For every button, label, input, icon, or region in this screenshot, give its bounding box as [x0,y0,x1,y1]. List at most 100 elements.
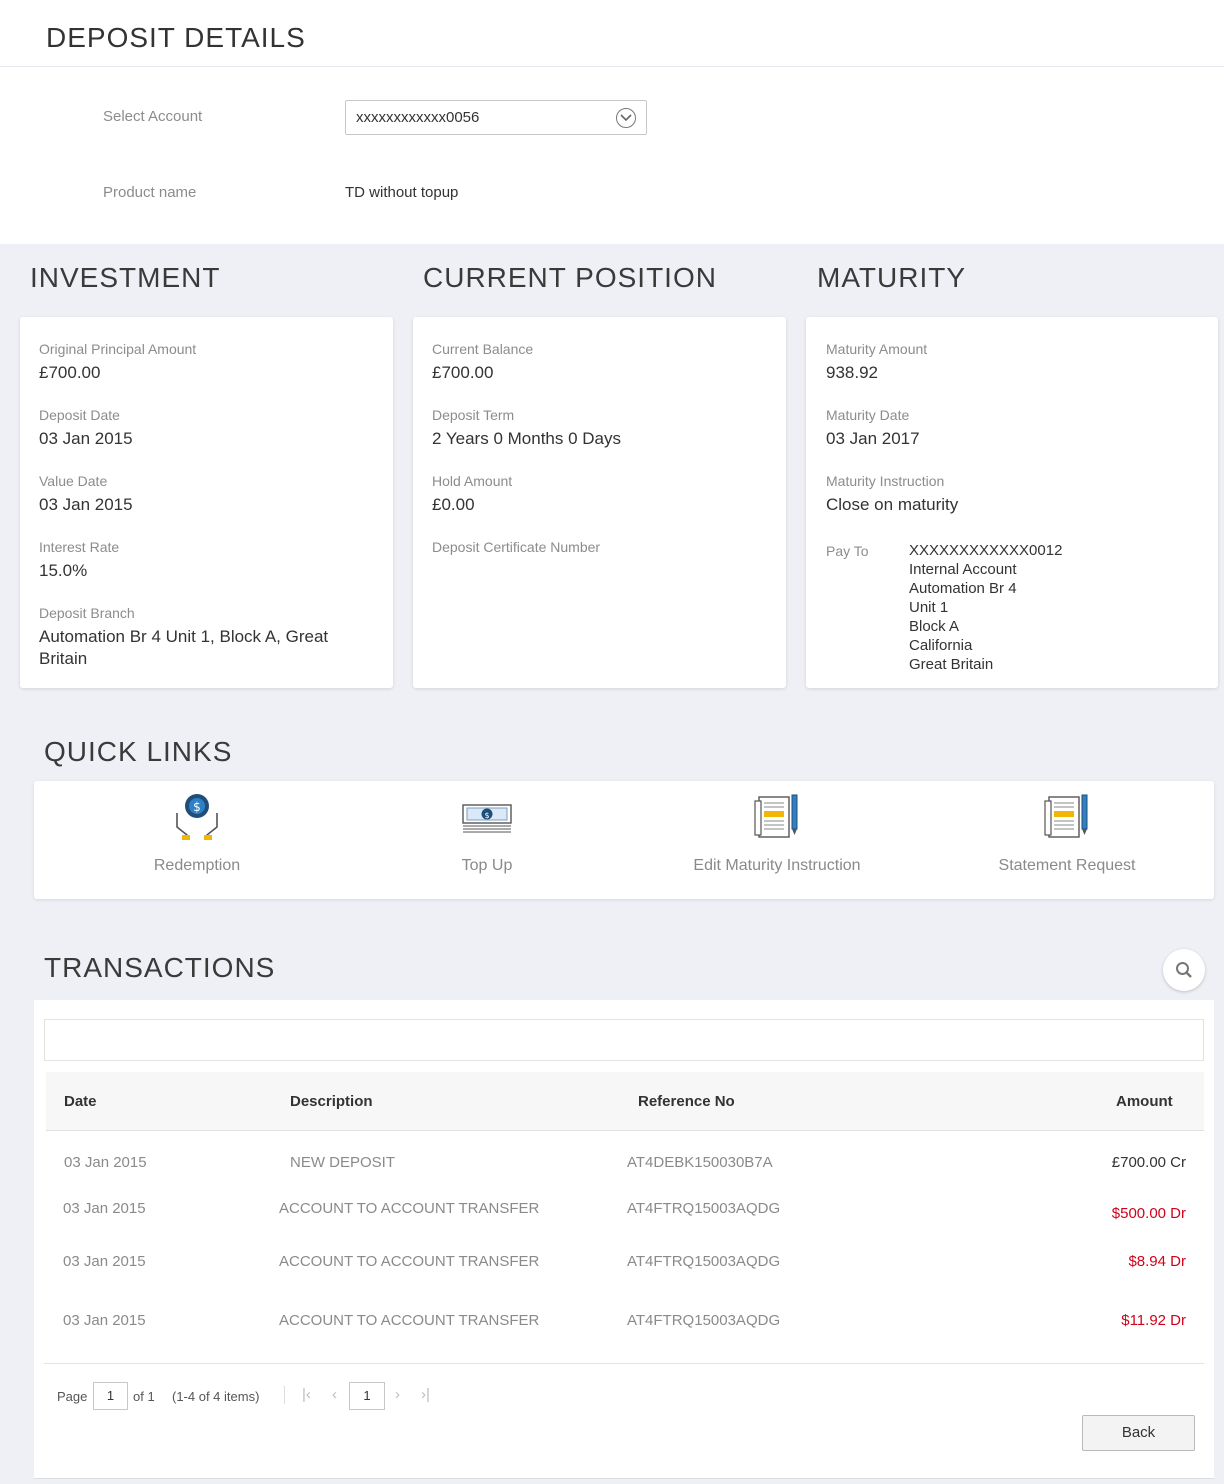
account-select-value: xxxxxxxxxxxx0056 [356,109,480,126]
value-date-label: Value Date [39,473,108,489]
quick-link-label: Statement Request [998,857,1136,874]
pay-to-line: Internal Account [909,561,1017,578]
row-amount: $500.00 Dr [1111,1205,1186,1222]
row-date: 03 Jan 2015 [63,1253,146,1270]
row-reference: AT4FTRQ15003AQDG [627,1200,781,1217]
pager-divider [44,1363,1204,1364]
row-date: 03 Jan 2015 [64,1154,147,1171]
quick-link-label: Redemption [153,857,241,874]
maturity-card: Maturity Amount 938.92 Maturity Date 03 … [806,317,1218,688]
column-header-amount[interactable]: Amount [1116,1093,1173,1110]
maturity-heading: MATURITY [817,262,967,293]
page-title: DEPOSIT DETAILS [46,22,306,53]
first-page-icon[interactable]: |‹ [302,1386,311,1403]
quick-link-edit-maturity-instruction[interactable]: Edit Maturity Instruction [632,781,922,899]
pay-to-line: Unit 1 [909,599,949,616]
row-description: ACCOUNT TO ACCOUNT TRANSFER [279,1253,540,1270]
original-principal-value: £700.00 [39,363,101,382]
row-amount: $11.92 Dr [1121,1312,1186,1329]
quick-links-panel: $ Redemption $ Top Up Edit Maturity Inst… [34,781,1214,899]
maturity-amount-value: 938.92 [826,363,878,382]
transactions-search-button[interactable] [1163,949,1205,991]
table-row: 03 Jan 2015 ACCOUNT TO ACCOUNT TRANSFER … [34,1308,1214,1348]
row-date: 03 Jan 2015 [63,1200,146,1217]
deposit-branch-value: Automation Br 4 Unit 1, Block A, Great B… [39,627,329,668]
pager-page-label: Page [57,1389,88,1404]
transactions-filter-bar[interactable] [44,1019,1204,1061]
deposit-branch-label: Deposit Branch [39,605,135,621]
table-row: 03 Jan 2015 NEW DEPOSIT AT4DEBK150030B7A… [34,1150,1214,1190]
quick-link-statement-request[interactable]: Statement Request [922,781,1212,899]
original-principal-label: Original Principal Amount [39,341,197,357]
deposit-date-value: 03 Jan 2015 [39,429,133,448]
search-icon [1176,962,1192,978]
column-header-date[interactable]: Date [64,1093,97,1110]
next-page-icon[interactable]: › [395,1386,400,1403]
product-name-value: TD without topup [345,184,459,201]
hold-amount-value: £0.00 [432,495,475,514]
chevron-down-icon [616,108,636,128]
quick-link-label: Top Up [461,857,513,874]
investment-card: Original Principal Amount £700.00 Deposi… [20,317,393,688]
redemption-icon: $ [171,791,223,841]
page-bottom-divider [34,1478,1214,1479]
row-description: ACCOUNT TO ACCOUNT TRANSFER [279,1312,540,1329]
interest-rate-label: Interest Rate [39,539,120,555]
transactions-heading: TRANSACTIONS [44,952,276,983]
deposit-term-value: 2 Years 0 Months 0 Days [432,429,622,448]
pay-to-line: Automation Br 4 [909,580,1017,597]
hold-amount-label: Hold Amount [432,473,513,489]
pager-items-label: (1-4 of 4 items) [172,1389,260,1404]
deposit-date-label: Deposit Date [39,407,120,423]
pay-to-line: California [909,637,973,654]
select-account-label: Select Account [103,108,203,125]
maturity-date-label: Maturity Date [826,407,910,423]
row-description: NEW DEPOSIT [290,1154,396,1171]
value-date-value: 03 Jan 2015 [39,495,133,514]
deposit-details-header: DEPOSIT DETAILS Select Account xxxxxxxxx… [0,0,1224,244]
column-header-description[interactable]: Description [290,1093,373,1110]
interest-rate-value: 15.0% [39,561,88,580]
quick-links-heading: QUICK LINKS [44,736,233,767]
row-date: 03 Jan 2015 [63,1312,146,1329]
table-row: 03 Jan 2015 ACCOUNT TO ACCOUNT TRANSFER … [34,1196,1214,1236]
maturity-instruction-value: Close on maturity [826,495,959,514]
pay-to-address: XXXXXXXXXXXX0012 Internal Account Automa… [909,541,1062,674]
account-select[interactable]: xxxxxxxxxxxx0056 [345,100,647,135]
investment-heading: INVESTMENT [30,262,221,293]
pay-to-line: Block A [909,618,960,635]
previous-page-icon[interactable]: ‹ [332,1386,337,1403]
row-reference: AT4DEBK150030B7A [627,1154,773,1171]
current-balance-label: Current Balance [432,341,534,357]
svg-text:$: $ [193,800,201,814]
deposit-certificate-label: Deposit Certificate Number [432,539,601,555]
transactions-panel: Date Description Reference No Amount 03 … [34,1000,1214,1478]
row-reference: AT4FTRQ15003AQDG [627,1253,781,1270]
last-page-icon[interactable]: ›| [421,1386,430,1403]
pager-page-input[interactable]: 1 [93,1382,128,1410]
transactions-table-header: Date Description Reference No Amount [46,1072,1204,1131]
pay-to-label: Pay To [826,543,869,559]
current-position-card: Current Balance £700.00 Deposit Term 2 Y… [413,317,786,688]
back-button[interactable]: Back [1082,1415,1195,1451]
svg-text:$: $ [484,811,489,820]
current-page-button[interactable]: 1 [349,1382,385,1410]
row-amount: $8.94 Dr [1128,1253,1186,1270]
table-row: 03 Jan 2015 ACCOUNT TO ACCOUNT TRANSFER … [34,1249,1214,1289]
pager-separator [284,1386,285,1404]
maturity-date-value: 03 Jan 2017 [826,429,920,448]
current-balance-value: £700.00 [432,363,494,382]
maturity-instruction-label: Maturity Instruction [826,473,945,489]
row-description: ACCOUNT TO ACCOUNT TRANSFER [279,1200,540,1217]
row-amount: £700.00 Cr [1111,1154,1186,1171]
product-name-label: Product name [103,184,197,201]
edit-maturity-icon [751,791,803,841]
current-position-heading: CURRENT POSITION [423,262,717,293]
column-header-reference[interactable]: Reference No [638,1093,735,1110]
quick-link-redemption[interactable]: $ Redemption [52,781,342,899]
pay-to-line: Great Britain [909,656,994,673]
quick-link-top-up[interactable]: $ Top Up [342,781,632,899]
top-up-icon: $ [461,791,513,841]
maturity-amount-label: Maturity Amount [826,341,928,357]
statement-request-icon [1041,791,1093,841]
